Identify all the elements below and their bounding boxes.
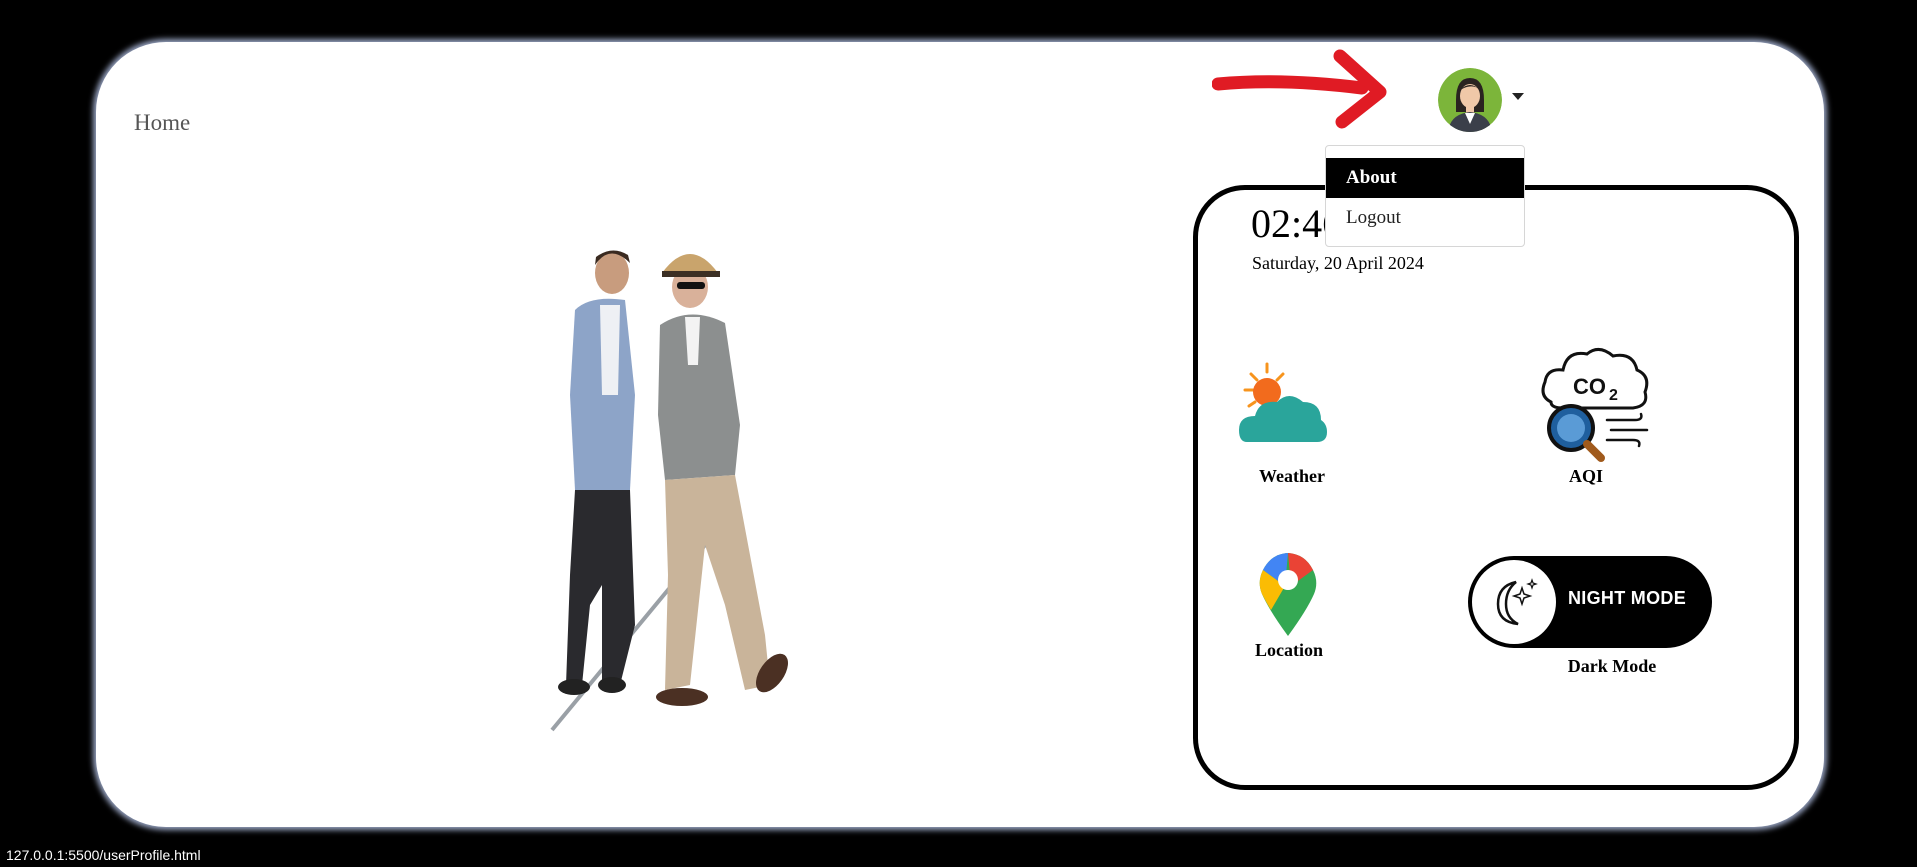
- dark-mode-label: Dark Mode: [1567, 656, 1657, 676]
- moon-icon: [1496, 578, 1538, 626]
- caret-down-icon[interactable]: [1512, 93, 1524, 100]
- profile-dropdown-menu: About Logout: [1325, 145, 1525, 247]
- co2-aqi-icon[interactable]: CO 2: [1537, 346, 1653, 462]
- night-mode-text: NIGHT MODE: [1568, 588, 1686, 608]
- user-avatar-icon[interactable]: [1438, 68, 1502, 132]
- location-label: Location: [1254, 640, 1323, 660]
- menu-item-logout[interactable]: Logout: [1326, 198, 1524, 238]
- svg-text:2: 2: [1609, 387, 1618, 404]
- status-bar-url: 127.0.0.1:5500/userProfile.html: [6, 847, 201, 863]
- menu-item-about[interactable]: About: [1326, 158, 1524, 198]
- map-pin-icon[interactable]: [1257, 550, 1319, 638]
- night-mode-toggle[interactable]: NIGHT MODE: [1468, 556, 1712, 648]
- annotation-arrow: [1212, 49, 1387, 129]
- svg-text:CO: CO: [1573, 374, 1606, 399]
- weather-label: Weather: [1259, 466, 1325, 486]
- toggle-knob: [1472, 560, 1556, 644]
- people-walking-illustration: [550, 250, 788, 732]
- aqi-label: AQI: [1568, 466, 1603, 486]
- dashboard-panel: [1193, 185, 1799, 790]
- home-link[interactable]: Home: [134, 110, 190, 136]
- weather-icon[interactable]: [1237, 362, 1329, 444]
- clock-date: Saturday, 20 April 2024: [1252, 253, 1424, 273]
